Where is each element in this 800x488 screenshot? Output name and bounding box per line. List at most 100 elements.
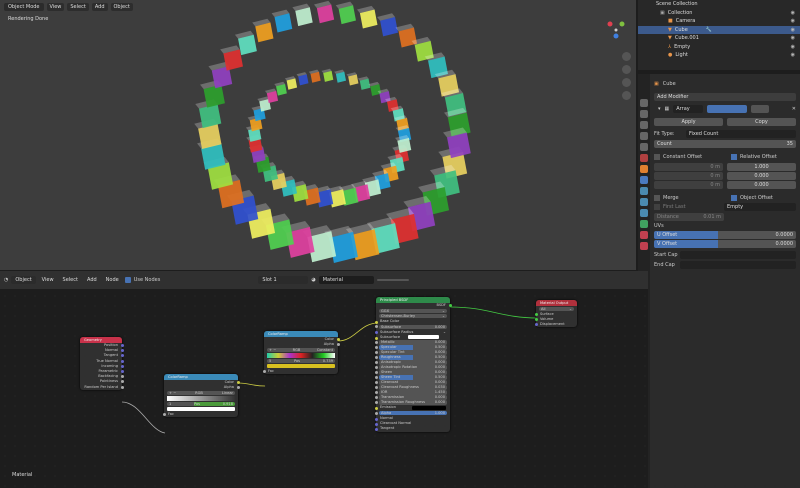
- ramp-controls[interactable]: + − RGB Linear: [167, 390, 235, 396]
- world-tab[interactable]: [640, 154, 648, 162]
- outliner-scene-collection[interactable]: Scene Collection: [638, 0, 800, 9]
- relative-offset-checkbox[interactable]: [731, 154, 737, 160]
- modifier-tab[interactable]: [640, 176, 648, 184]
- bsdf-input[interactable]: Subsurface 0.000: [374, 324, 447, 329]
- particles-tab[interactable]: [640, 187, 648, 195]
- bsdf-input[interactable]: Clearcoat 0.000: [374, 380, 447, 385]
- bsdf-input[interactable]: Transmission Roughness 0.000: [374, 400, 447, 405]
- colorramp-node-2[interactable]: ColorRamp Color Alpha + − RGB Constant 5 Po…: [262, 331, 340, 374]
- render-tab[interactable]: [640, 110, 648, 118]
- physics-tab[interactable]: [640, 198, 648, 206]
- count-field[interactable]: Count 35: [654, 140, 796, 148]
- relative-z[interactable]: 0.000: [727, 181, 796, 189]
- output-socket[interactable]: Random Per Island: [80, 385, 124, 390]
- output-alpha[interactable]: Alpha: [264, 342, 340, 347]
- end-cap-field[interactable]: [680, 261, 796, 269]
- bsdf-input[interactable]: Roughness 0.500: [374, 355, 447, 360]
- move-buttons[interactable]: [751, 105, 770, 113]
- bsdf-input[interactable]: Alpha 1.000: [374, 411, 447, 416]
- material-tab[interactable]: [640, 231, 648, 239]
- geometry-node[interactable]: Geometry Position Normal Tangent True Norma…: [80, 337, 124, 390]
- data-tab[interactable]: [640, 220, 648, 228]
- grid-icon[interactable]: [622, 91, 631, 100]
- 3d-viewport[interactable]: Object Mode View Select Add Object Rende…: [0, 0, 636, 270]
- texture-tab[interactable]: [640, 242, 648, 250]
- bsdf-input[interactable]: Transmission 0.000: [374, 395, 447, 400]
- bsdf-input[interactable]: Anisotropic Rotation 0.000: [374, 365, 447, 370]
- relative-y[interactable]: 0.000: [727, 172, 796, 180]
- bsdf-input[interactable]: Subsurface Color: [374, 335, 443, 344]
- relative-x[interactable]: 1.000: [727, 163, 796, 171]
- output-tab[interactable]: [640, 121, 648, 129]
- stop-color[interactable]: [267, 363, 335, 368]
- bsdf-input[interactable]: Base Color: [374, 319, 450, 324]
- outliner-item-camera[interactable]: ■ Camera ◉: [638, 17, 800, 26]
- input-displacement[interactable]: Displacement: [534, 322, 577, 327]
- bsdf-input[interactable]: Clearcoat Roughness 0.030: [374, 385, 447, 390]
- view-layer-tab[interactable]: [640, 132, 648, 140]
- camera-icon[interactable]: [622, 78, 631, 87]
- outliner-item-cube[interactable]: ▼ Cube 🔧 ◉: [638, 25, 800, 34]
- principled-bsdf-node[interactable]: Principled BSDF BSDF GGX ⌄ Christensen-Bu…: [374, 297, 452, 432]
- eye-icon[interactable]: ◉: [791, 10, 795, 16]
- add-modifier-dropdown[interactable]: Add Modifier: [654, 93, 796, 101]
- object-tab[interactable]: [640, 165, 648, 173]
- bsdf-input[interactable]: Sheen Tint 0.500: [374, 375, 447, 380]
- tool-tab[interactable]: [640, 99, 648, 107]
- object-offset-checkbox[interactable]: [731, 195, 737, 201]
- merge-checkbox[interactable]: [654, 195, 660, 201]
- outliner-item-empty[interactable]: ⅄ Empty ◉: [638, 43, 800, 52]
- distribution-dropdown[interactable]: GGX ⌄: [379, 308, 447, 314]
- eye-icon[interactable]: ◉: [791, 44, 795, 50]
- sss-method-dropdown[interactable]: Christensen-Burley ⌄: [379, 313, 447, 319]
- bsdf-input[interactable]: Metallic 0.000: [374, 340, 447, 345]
- ramp-controls[interactable]: + − RGB Constant: [267, 347, 335, 353]
- input-fac[interactable]: Fac: [262, 369, 338, 374]
- colorramp-node-1[interactable]: ColorRamp Color Alpha + − RGB Linear 1 Pos 0…: [162, 374, 240, 417]
- outliner-item-collection[interactable]: ▣ Collection ◉: [638, 9, 800, 18]
- offset-object-field[interactable]: Empty: [724, 203, 796, 211]
- apply-button[interactable]: Apply: [654, 118, 723, 126]
- bsdf-input[interactable]: Anisotropic 0.000: [374, 360, 447, 365]
- close-icon[interactable]: ✕: [792, 106, 796, 112]
- stop-color[interactable]: [167, 406, 235, 411]
- first-last-checkbox[interactable]: [654, 204, 660, 210]
- outliner-item-light[interactable]: ● Light ◉: [638, 51, 800, 60]
- color-swatch[interactable]: [407, 335, 439, 340]
- constant-offset-checkbox[interactable]: [654, 154, 660, 160]
- output-alpha[interactable]: Alpha: [164, 385, 240, 390]
- fit-type-dropdown[interactable]: Fixed Count: [686, 130, 796, 138]
- copy-button[interactable]: Copy: [727, 118, 796, 126]
- stop-fields[interactable]: 1 Pos 0.918: [167, 401, 235, 406]
- stop-fields[interactable]: 5 Pos 0.739: [267, 358, 335, 363]
- start-cap-field[interactable]: [680, 251, 796, 259]
- bsdf-input[interactable]: Specular 0.500: [374, 345, 447, 350]
- color-swatch[interactable]: [412, 405, 446, 410]
- const-y[interactable]: 0 m: [654, 172, 723, 180]
- output-bsdf[interactable]: BSDF: [376, 303, 452, 308]
- bsdf-input[interactable]: Tangent: [374, 426, 450, 432]
- eye-icon[interactable]: ◉: [791, 18, 795, 24]
- const-x[interactable]: 0 m: [654, 163, 723, 171]
- eye-icon[interactable]: ◉: [791, 27, 795, 33]
- zoom-icon[interactable]: [622, 52, 631, 61]
- input-fac[interactable]: Fac: [162, 412, 238, 417]
- target-dropdown[interactable]: All ⌄: [539, 306, 574, 311]
- eye-icon[interactable]: ◉: [791, 35, 795, 41]
- navigation-gizmo[interactable]: [604, 18, 628, 42]
- scene-tab[interactable]: [640, 143, 648, 151]
- outliner-item-cube-001[interactable]: ▼ Cube.001 ◉: [638, 34, 800, 43]
- bsdf-input[interactable]: Specular Tint 0.000: [374, 350, 447, 355]
- distance-field[interactable]: Distance 0.01 m: [654, 213, 724, 221]
- bsdf-input[interactable]: Sheen 0.000: [374, 370, 447, 375]
- modifier-name-field[interactable]: Array: [673, 105, 704, 113]
- const-z[interactable]: 0 m: [654, 181, 723, 189]
- expand-icon[interactable]: ▾: [658, 106, 661, 112]
- u-offset-slider[interactable]: U Offset 0.0000: [654, 231, 796, 239]
- bsdf-input[interactable]: IOR 1.450: [374, 390, 447, 395]
- constraints-tab[interactable]: [640, 209, 648, 217]
- v-offset-slider[interactable]: V Offset 0.0000: [654, 240, 796, 248]
- bsdf-input[interactable]: Emission: [374, 405, 450, 411]
- eye-icon[interactable]: ◉: [791, 52, 795, 58]
- gradient-bar[interactable]: [167, 395, 235, 401]
